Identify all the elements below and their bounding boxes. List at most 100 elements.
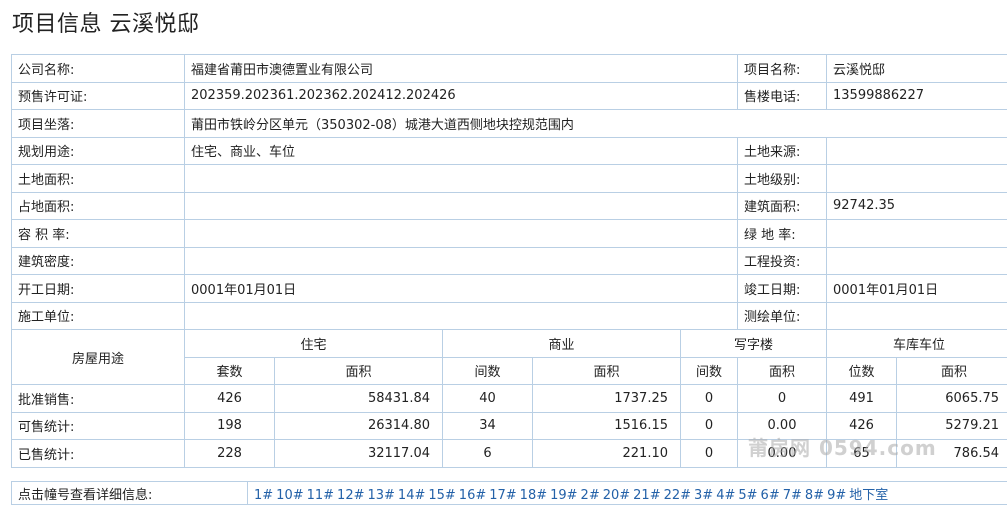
info-label: 土地来源: [737, 136, 828, 165]
info-value: 202359.202361.202362.202412.202426 [183, 81, 739, 110]
stats-cell: 32117.04 [274, 439, 443, 468]
stats-cell: 0 [737, 384, 828, 413]
info-row: 容 积 率: 绿 地 率: [11, 219, 1007, 248]
info-value [183, 301, 739, 330]
info-label: 预售许可证: [11, 81, 185, 110]
stats-cell: 0.00 [737, 411, 828, 440]
building-link[interactable]: 9# [827, 488, 846, 503]
info-value [826, 164, 1007, 193]
info-value [826, 301, 1007, 330]
stats-cell: 40 [442, 384, 533, 413]
stats-subheader: 间数 [679, 356, 739, 385]
info-value: 福建省莆田市澳德置业有限公司 [183, 54, 739, 83]
info-label: 项目坐落: [11, 109, 185, 138]
info-row: 项目坐落: 莆田市铁岭分区单元（350302-08）城港大道西侧地块控规范围内 [11, 109, 1007, 138]
info-label: 容 积 率: [11, 219, 185, 248]
building-link[interactable]: 15# [428, 488, 455, 503]
building-link[interactable]: 3# [694, 488, 713, 503]
stats-cell: 65 [826, 439, 898, 468]
building-link[interactable]: 12# [337, 488, 364, 503]
building-link[interactable]: 7# [783, 488, 802, 503]
stats-group-header: 车库车位 [826, 329, 1007, 358]
stats-row-label: 批准销售: [11, 384, 185, 413]
building-link[interactable]: 17# [489, 488, 516, 503]
building-link[interactable]: 2# [581, 488, 600, 503]
stats-cell: 228 [184, 439, 275, 468]
stats-subheader: 面积 [274, 356, 443, 385]
stats-cell: 6 [442, 439, 533, 468]
stats-cell: 5279.21 [896, 411, 1007, 440]
info-row: 开工日期: 0001年01月01日 竣工日期: 0001年01月01日 [11, 274, 1007, 303]
building-link[interactable]: 10# [276, 488, 303, 503]
info-label: 项目名称: [737, 54, 828, 83]
building-link[interactable]: 16# [459, 488, 486, 503]
stats-subheader: 面积 [896, 356, 1007, 385]
stats-cell: 1737.25 [532, 384, 681, 413]
info-label: 公司名称: [11, 54, 185, 83]
stats-cell: 26314.80 [274, 411, 443, 440]
building-link[interactable]: 18# [520, 488, 547, 503]
stats-cell: 0.00 [737, 439, 828, 468]
info-label: 土地面积: [11, 164, 185, 193]
info-label: 土地级别: [737, 164, 828, 193]
stats-cell: 1516.15 [532, 411, 681, 440]
building-link[interactable]: 地下室 [849, 488, 888, 503]
info-label: 售楼电话: [737, 81, 828, 110]
stats-cell: 0 [679, 384, 739, 413]
stats-group-header: 住宅 [184, 329, 443, 358]
stats-subheader: 套数 [184, 356, 275, 385]
info-row: 占地面积: 建筑面积: 92742.35 [11, 191, 1007, 220]
info-label: 规划用途: [11, 136, 185, 165]
info-label: 建筑面积: [737, 191, 828, 220]
info-value: 云溪悦邸 [826, 54, 1007, 83]
info-label: 施工单位: [11, 301, 185, 330]
stats-subheader: 面积 [532, 356, 681, 385]
info-row: 公司名称: 福建省莆田市澳德置业有限公司 项目名称: 云溪悦邸 [11, 54, 1007, 83]
stats-group-header: 写字楼 [679, 329, 828, 358]
stats-cell: 426 [184, 384, 275, 413]
info-value: 13599886227 [826, 81, 1007, 110]
stats-group-header: 商业 [442, 329, 681, 358]
info-value: 92742.35 [826, 191, 1007, 220]
stats-row: 已售统计: 228 32117.04 6 221.10 0 0.00 65 786.54 [11, 439, 1007, 468]
stats-subheader: 面积 [737, 356, 828, 385]
building-link[interactable]: 11# [307, 488, 334, 503]
info-value [826, 219, 1007, 248]
building-link[interactable]: 14# [398, 488, 425, 503]
info-row: 施工单位: 测绘单位: [11, 301, 1007, 330]
info-row: 建筑密度: 工程投资: [11, 246, 1007, 275]
info-label: 占地面积: [11, 191, 185, 220]
info-value [183, 191, 739, 220]
stats-cell: 58431.84 [274, 384, 443, 413]
stats-row-label: 可售统计: [11, 411, 185, 440]
project-info-table: 公司名称: 福建省莆田市澳德置业有限公司 项目名称: 云溪悦邸 预售许可证: 202359… [11, 54, 1007, 468]
info-row: 土地面积: 土地级别: [11, 164, 1007, 193]
building-link[interactable]: 21# [633, 488, 660, 503]
stats-cell: 6065.75 [896, 384, 1007, 413]
info-value [826, 246, 1007, 275]
building-link[interactable]: 8# [805, 488, 824, 503]
building-link[interactable]: 5# [738, 488, 757, 503]
stats-cell: 0 [679, 411, 739, 440]
building-link[interactable]: 1# [254, 488, 273, 503]
building-link[interactable]: 13# [367, 488, 394, 503]
building-link[interactable]: 22# [664, 488, 691, 503]
building-link[interactable]: 4# [716, 488, 735, 503]
building-link[interactable]: 20# [603, 488, 630, 503]
building-links: 1# 10# 11# 12# 13# 14# 15# 16# 17# 18# 19# 2# 20# 21#… [247, 481, 1007, 505]
stats-cell: 786.54 [896, 439, 1007, 468]
info-value: 0001年01月01日 [183, 274, 739, 303]
info-label: 绿 地 率: [737, 219, 828, 248]
info-row: 预售许可证: 202359.202361.202362.202412.202426… [11, 81, 1007, 110]
info-value [183, 219, 739, 248]
stats-subheader: 位数 [826, 356, 898, 385]
stats-cell: 426 [826, 411, 898, 440]
info-value [183, 164, 739, 193]
info-label: 竣工日期: [737, 274, 828, 303]
building-link[interactable]: 6# [761, 488, 780, 503]
building-link[interactable]: 19# [550, 488, 577, 503]
info-label: 开工日期: [11, 274, 185, 303]
info-value [183, 246, 739, 275]
info-value: 莆田市铁岭分区单元（350302-08）城港大道西侧地块控规范围内 [183, 109, 1007, 138]
page-title: 项目信息 云溪悦邸 [12, 12, 200, 37]
